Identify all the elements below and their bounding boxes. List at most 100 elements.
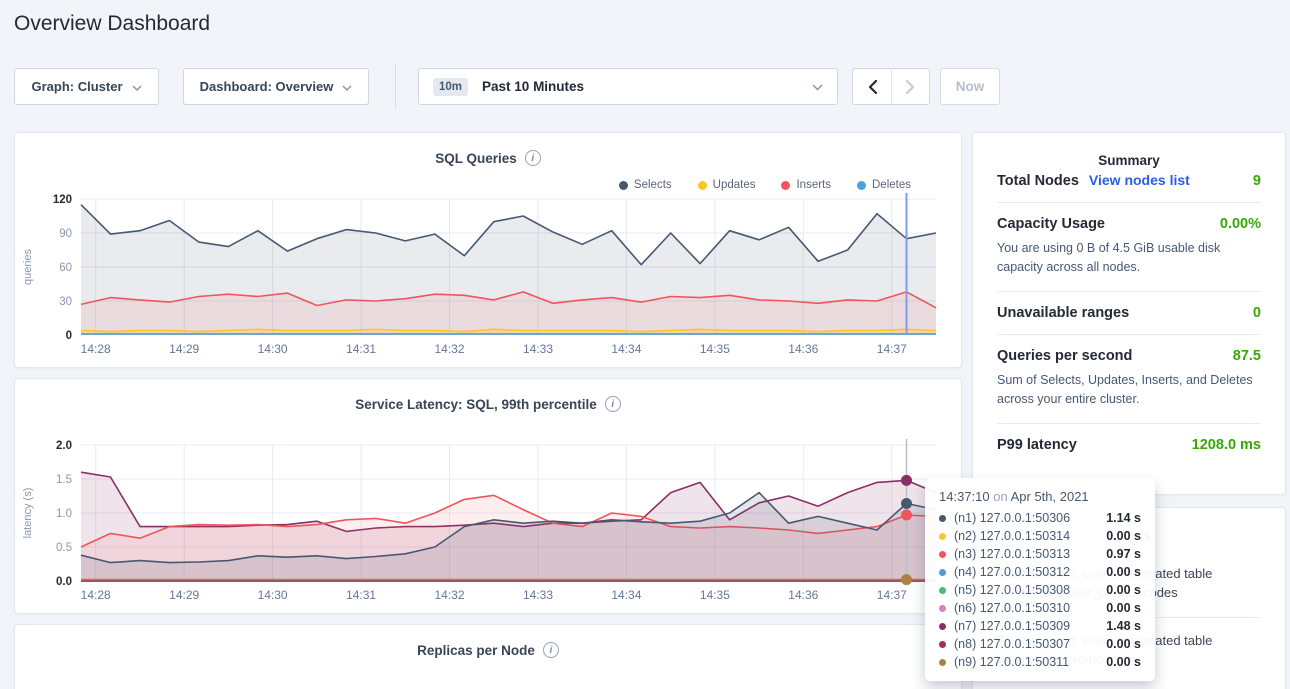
tooltip-node-row: (n3) 127.0.0.1:503130.97 s [939,545,1141,563]
total-nodes-value: 9 [1253,173,1261,189]
series-dot-icon [939,605,946,612]
series-dot-icon [939,587,946,594]
series-dot-icon [939,515,946,522]
replicas-per-node-chart-panel: Replicas per Node i [14,624,962,689]
time-range-label: Past 10 Minutes [482,79,584,94]
tooltip-node-row: (n6) 127.0.0.1:503100.00 s [939,599,1141,617]
dashboard-dropdown-label: Dashboard: Overview [200,79,334,94]
svg-text:120: 120 [53,194,72,206]
svg-text:14:29: 14:29 [169,588,199,602]
series-dot-icon [939,569,946,576]
time-range-dropdown[interactable]: 10m Past 10 Minutes [418,68,838,105]
sql-queries-chart-title: SQL Queries [435,151,517,166]
service-latency-chart-title: Service Latency: SQL, 99th percentile [355,397,597,412]
svg-text:14:37: 14:37 [877,342,907,356]
svg-text:14:28: 14:28 [81,342,111,356]
svg-text:0: 0 [66,330,72,342]
chevron-down-icon [132,79,142,94]
unavailable-ranges-row: Unavailable ranges 0 [997,305,1261,321]
svg-text:14:35: 14:35 [700,342,730,356]
chevron-down-icon [342,79,352,94]
replicas-per-node-chart-title: Replicas per Node [417,643,535,658]
graph-scope-dropdown[interactable]: Graph: Cluster [14,68,159,105]
dashboard-dropdown[interactable]: Dashboard: Overview [183,68,369,105]
sql-queries-chart-area[interactable]: 030609012014:2814:2914:3014:3114:3214:33… [15,189,963,361]
chevron-left-icon [868,80,877,94]
series-dot-icon [939,659,946,666]
info-icon[interactable]: i [543,642,559,658]
capacity-usage-value: 0.00% [1220,216,1261,232]
series-dot-icon [939,641,946,648]
summary-divider [997,334,1261,335]
svg-text:14:33: 14:33 [523,588,553,602]
svg-text:14:31: 14:31 [346,342,376,356]
p99-latency-row: P99 latency 1208.0 ms [997,437,1261,453]
queries-per-second-label: Queries per second [997,348,1132,364]
service-latency-chart-panel: Service Latency: SQL, 99th percentile i … [14,378,962,614]
tooltip-node-row: (n7) 127.0.0.1:503091.48 s [939,617,1141,635]
chevron-right-icon [906,80,915,94]
total-nodes-label: Total Nodes [997,173,1079,189]
tooltip-node-row: (n2) 127.0.0.1:503140.00 s [939,527,1141,545]
summary-panel: Summary Total Nodes View nodes list 9 Ca… [972,132,1286,495]
svg-text:queries: queries [22,248,34,285]
svg-text:14:34: 14:34 [611,588,641,602]
svg-text:2.0: 2.0 [56,440,72,452]
tooltip-timestamp: 14:37:10 on Apr 5th, 2021 [939,489,1141,504]
svg-text:0.5: 0.5 [56,542,72,554]
svg-text:latency (s): latency (s) [22,488,34,539]
svg-text:30: 30 [59,296,72,308]
series-dot-icon [939,551,946,558]
queries-per-second-value: 87.5 [1233,348,1261,364]
series-dot-icon [939,533,946,540]
info-icon[interactable]: i [605,396,621,412]
tooltip-node-row: (n9) 127.0.0.1:503110.00 s [939,653,1141,671]
service-latency-chart-area[interactable]: 0.00.51.01.52.014:2814:2914:3014:3114:32… [15,435,963,607]
summary-divider [997,423,1261,424]
svg-text:14:34: 14:34 [611,342,641,356]
svg-text:1.0: 1.0 [56,508,72,520]
tooltip-node-row: (n8) 127.0.0.1:503070.00 s [939,635,1141,653]
svg-text:14:30: 14:30 [258,588,288,602]
svg-text:14:33: 14:33 [523,342,553,356]
p99-latency-value: 1208.0 ms [1192,437,1261,453]
svg-text:14:31: 14:31 [346,588,376,602]
capacity-usage-row: Capacity Usage 0.00% [997,216,1261,232]
info-icon[interactable]: i [525,150,541,166]
page-title: Overview Dashboard [14,12,210,36]
svg-text:14:36: 14:36 [788,342,818,356]
svg-text:1.5: 1.5 [56,474,72,486]
chevron-down-icon [812,78,823,96]
controls-divider [395,64,396,109]
view-nodes-list-link[interactable]: View nodes list [1089,172,1190,188]
tooltip-node-row: (n1) 127.0.0.1:503061.14 s [939,509,1141,527]
svg-text:14:35: 14:35 [700,588,730,602]
svg-text:14:28: 14:28 [81,588,111,602]
svg-text:14:37: 14:37 [877,588,907,602]
overview-dashboard-page: Overview Dashboard Graph: Cluster Dashbo… [0,0,1290,689]
graph-scope-dropdown-label: Graph: Cluster [31,79,122,94]
previous-time-button[interactable] [852,68,891,105]
summary-divider [997,202,1261,203]
summary-divider [997,291,1261,292]
now-button-disabled[interactable]: Now [940,68,1000,105]
queries-per-second-row: Queries per second 87.5 [997,348,1261,364]
total-nodes-row: Total Nodes View nodes list 9 [997,172,1261,189]
tooltip-node-row: (n5) 127.0.0.1:503080.00 s [939,581,1141,599]
time-range-badge: 10m [433,78,468,96]
svg-text:14:29: 14:29 [169,342,199,356]
capacity-usage-label: Capacity Usage [997,216,1105,232]
svg-text:14:32: 14:32 [434,342,464,356]
p99-latency-label: P99 latency [997,437,1077,453]
series-dot-icon [939,623,946,630]
svg-text:14:36: 14:36 [788,588,818,602]
svg-text:14:32: 14:32 [434,588,464,602]
time-step-buttons [852,68,930,105]
queries-per-second-description: Sum of Selects, Updates, Inserts, and De… [997,371,1261,410]
unavailable-ranges-label: Unavailable ranges [997,305,1129,321]
next-time-button-disabled[interactable] [891,68,930,105]
svg-text:60: 60 [59,262,72,274]
summary-title: Summary [997,153,1261,168]
chart-hover-tooltip: 14:37:10 on Apr 5th, 2021 (n1) 127.0.0.1… [925,478,1155,681]
capacity-usage-description: You are using 0 B of 4.5 GiB usable disk… [997,239,1261,278]
